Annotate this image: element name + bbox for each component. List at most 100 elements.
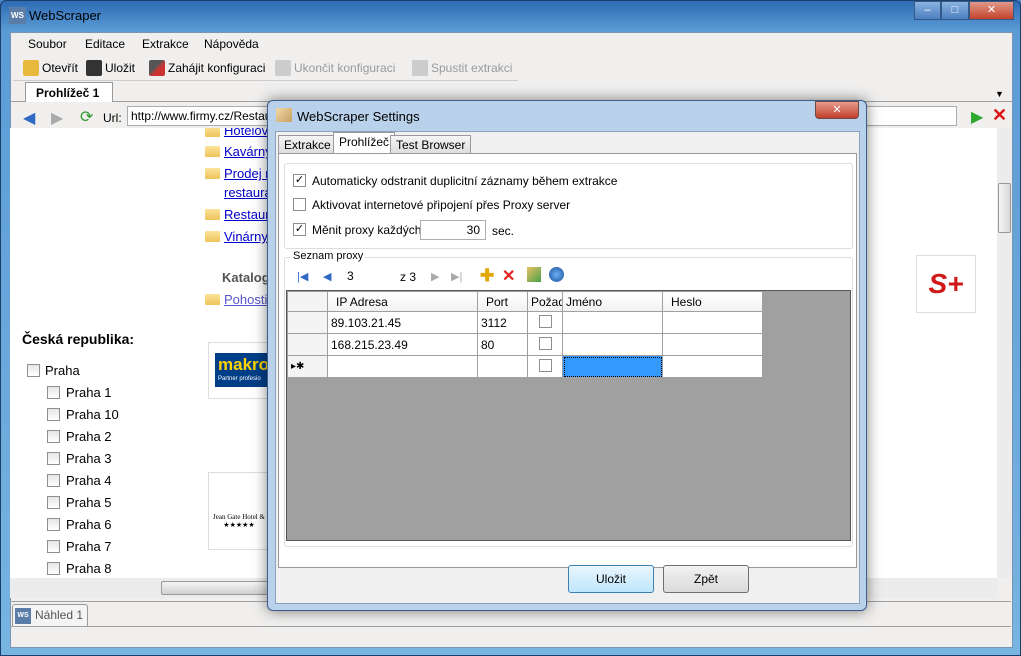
column-password[interactable]: Heslo xyxy=(662,291,763,312)
record-position-input[interactable]: 3 xyxy=(345,267,395,285)
back-button[interactable]: Zpět xyxy=(663,565,749,593)
auth-checkbox[interactable] xyxy=(538,358,552,372)
rotate-label: Měnit proxy každých xyxy=(312,223,422,237)
dedupe-checkbox[interactable]: ✓ xyxy=(293,174,306,187)
region-checkbox[interactable] xyxy=(27,364,40,377)
column-ip[interactable]: IP Adresa xyxy=(327,291,478,312)
category-link[interactable]: Hotelov xyxy=(224,128,268,138)
forward-icon[interactable]: ▶ xyxy=(51,108,63,128)
region-checkbox[interactable] xyxy=(47,430,60,443)
rotate-unit: sec. xyxy=(492,224,515,238)
delete-icon[interactable]: ✕ xyxy=(502,266,515,286)
tools-icon xyxy=(149,60,165,76)
new-row[interactable]: ▸✱ xyxy=(287,355,763,378)
region-checkbox[interactable] xyxy=(47,518,60,531)
tab-test-browser[interactable]: Test Browser xyxy=(390,135,472,154)
region-checkbox[interactable] xyxy=(47,408,60,421)
proxy-checkbox[interactable] xyxy=(293,198,306,211)
test-proxy-icon[interactable] xyxy=(549,267,564,282)
prev-record-icon[interactable]: ◀ xyxy=(323,270,331,283)
auth-checkbox[interactable] xyxy=(538,336,552,350)
region-checkbox[interactable] xyxy=(47,562,60,575)
close-button[interactable]: ✕ xyxy=(969,1,1014,20)
import-icon[interactable] xyxy=(527,267,541,282)
menu-bar: Soubor Editace Extrakce Nápověda xyxy=(11,33,1012,55)
floppy-icon xyxy=(86,60,102,76)
folder-open-icon xyxy=(23,60,39,76)
first-record-icon[interactable]: |◀ xyxy=(297,270,308,283)
column-name[interactable]: Jméno xyxy=(562,291,663,312)
vertical-scrollbar[interactable] xyxy=(997,128,1012,578)
port-cell[interactable]: 3112 xyxy=(477,311,528,334)
go-icon[interactable]: ▶ xyxy=(971,107,983,127)
refresh-icon[interactable]: ⟳ xyxy=(80,107,93,127)
name-cell[interactable] xyxy=(562,311,663,334)
rotate-interval-input[interactable]: 30 xyxy=(420,220,486,240)
catalog-link[interactable]: Pohosti xyxy=(224,292,267,307)
region-checkbox[interactable] xyxy=(47,540,60,553)
password-cell[interactable] xyxy=(662,311,763,334)
region-label: Praha 6 xyxy=(66,517,112,532)
region-label: Praha 5 xyxy=(66,495,112,510)
tab-prohlizec[interactable]: Prohlížeč xyxy=(333,132,396,154)
minimize-button[interactable]: – xyxy=(914,1,941,20)
ip-cell[interactable]: 168.215.23.49 xyxy=(327,333,478,356)
tab-browser-1[interactable]: Prohlížeč 1 xyxy=(25,82,113,102)
hotel-ad[interactable]: Jean Gate Hotel & ★★★★★ xyxy=(208,472,270,550)
port-cell[interactable]: 80 xyxy=(477,333,528,356)
table-row[interactable]: 89.103.21.45 3112 xyxy=(287,311,763,334)
open-button[interactable]: Otevřít xyxy=(23,60,78,76)
tab-dropdown-icon[interactable]: ▼ xyxy=(995,89,1004,99)
table-row[interactable]: 168.215.23.49 80 xyxy=(287,333,763,356)
category-link[interactable]: Vinárny xyxy=(224,229,268,244)
column-port[interactable]: Port xyxy=(477,291,528,312)
dialog-close-button[interactable]: ✕ xyxy=(815,101,859,119)
run-extraction-button[interactable]: Spustit extrakci xyxy=(412,60,512,76)
last-record-icon[interactable]: ▶| xyxy=(451,270,462,283)
auth-checkbox[interactable] xyxy=(538,314,552,328)
menu-soubor[interactable]: Soubor xyxy=(28,37,67,51)
password-cell[interactable] xyxy=(662,355,763,378)
region-checkbox[interactable] xyxy=(47,452,60,465)
dedupe-label: Automaticky odstranit duplicitní záznamy… xyxy=(312,174,618,188)
region-checkbox[interactable] xyxy=(47,386,60,399)
name-cell-selected[interactable] xyxy=(562,355,663,378)
tab-extrakce[interactable]: Extrakce xyxy=(278,135,337,154)
s-plus-logo[interactable]: S+ xyxy=(916,255,976,313)
add-icon[interactable]: ✚ xyxy=(480,266,494,286)
end-config-button[interactable]: Ukončit konfiguraci xyxy=(275,60,395,76)
makro-ad[interactable]: makro Partner profesio xyxy=(208,342,270,399)
tab-preview-1[interactable]: WS Náhled 1 xyxy=(12,604,88,626)
category-link[interactable]: restaura xyxy=(224,185,272,200)
rotate-checkbox[interactable]: ✓ xyxy=(293,223,306,236)
catalog-heading: Katalog xyxy=(222,270,270,285)
menu-extrakce[interactable]: Extrakce xyxy=(142,37,189,51)
stop-loading-icon[interactable]: ✕ xyxy=(992,105,1007,126)
proxy-group-label: Seznam proxy xyxy=(291,250,366,262)
back-icon[interactable]: ◀ xyxy=(23,108,35,128)
settings-icon xyxy=(276,108,292,122)
save-button[interactable]: Uložit xyxy=(86,60,135,76)
port-cell[interactable] xyxy=(477,355,528,378)
start-config-button[interactable]: Zahájit konfiguraci xyxy=(149,60,265,76)
app-icon: WS xyxy=(15,608,31,624)
next-record-icon[interactable]: ▶ xyxy=(431,270,439,283)
menu-napoveda[interactable]: Nápověda xyxy=(204,37,259,51)
region-checkbox[interactable] xyxy=(47,496,60,509)
region-heading: Česká republika: xyxy=(22,331,135,347)
menu-editace[interactable]: Editace xyxy=(85,37,125,51)
grid-header-row: IP Adresa Port Požad Jméno Heslo xyxy=(287,291,763,312)
name-cell[interactable] xyxy=(562,333,663,356)
save-settings-button[interactable]: Uložit xyxy=(568,565,654,593)
column-auth[interactable]: Požad xyxy=(527,291,563,312)
password-cell[interactable] xyxy=(662,333,763,356)
region-checkbox[interactable] xyxy=(47,474,60,487)
ip-cell[interactable]: 89.103.21.45 xyxy=(327,311,478,334)
ip-cell[interactable] xyxy=(327,355,478,378)
region-label: Praha 3 xyxy=(66,451,112,466)
category-link[interactable]: Kavárny xyxy=(224,144,272,159)
category-link[interactable]: Restaur xyxy=(224,207,270,222)
category-link[interactable]: Prodej r xyxy=(224,166,270,181)
maximize-button[interactable]: □ xyxy=(941,1,969,20)
makro-subtitle: Partner profesio xyxy=(218,376,261,382)
